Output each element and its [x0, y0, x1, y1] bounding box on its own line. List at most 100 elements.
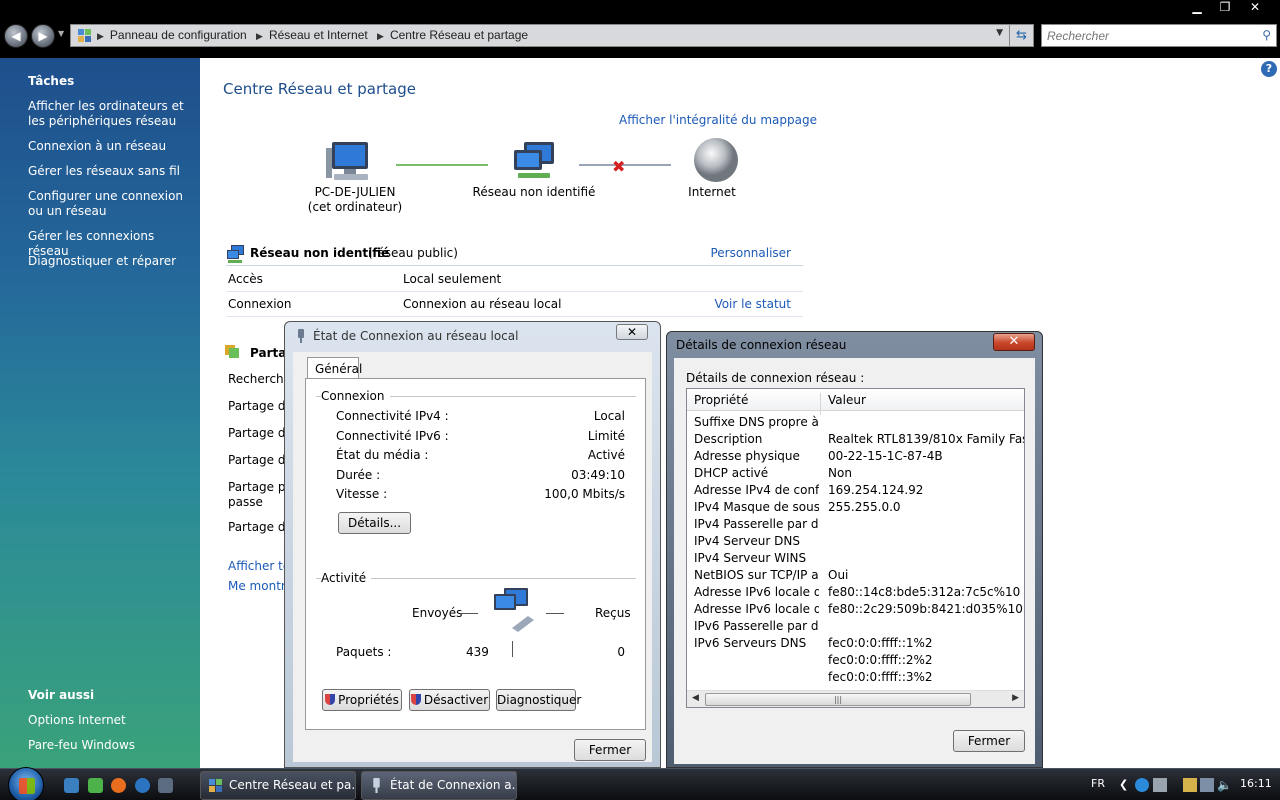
view-full-map-link[interactable]: Afficher l'intégralité du mappage [619, 113, 817, 127]
breadcrumb-network-center[interactable]: Centre Réseau et partage [390, 28, 528, 42]
address-dropdown-icon[interactable]: ▼ [996, 28, 1003, 38]
column-value[interactable]: Valeur [828, 393, 866, 407]
media-player-icon[interactable] [135, 778, 150, 793]
table-row[interactable]: IPv4 Serveur WINS [687, 551, 1024, 568]
search-box[interactable]: ⚲ [1041, 24, 1277, 47]
maximize-button[interactable]: ❐ [1211, 0, 1239, 16]
start-button[interactable] [8, 767, 44, 800]
tray-expand-icon[interactable]: ❮ [1119, 778, 1133, 792]
diagnose-button[interactable]: Diagnostiquer [496, 689, 581, 711]
tray-device-icon[interactable] [1153, 778, 1167, 792]
network-tray-icon[interactable] [1200, 778, 1214, 792]
history-dropdown-icon[interactable]: ▼ [58, 29, 64, 38]
show-all-shared-link[interactable]: Afficher to [228, 559, 290, 573]
link-windows-firewall[interactable]: Pare-feu Windows [28, 738, 193, 753]
column-separator[interactable] [820, 393, 821, 415]
volume-icon[interactable]: 🔈 [1217, 778, 1232, 792]
address-bar-area: ▁ ❐ ✕ ◀ ▶ ▼ ▶ Panneau de configuration ▶ R… [0, 0, 1280, 58]
tab-general[interactable]: Général [307, 357, 362, 379]
clock[interactable]: 16:11 [1240, 777, 1272, 790]
ipv4-label: Connectivité IPv4 : [336, 409, 449, 423]
task-connect-network[interactable]: Connexion à un réseau [28, 139, 193, 154]
activity-computers-icon [494, 588, 534, 632]
internet-globe-icon[interactable] [693, 137, 739, 183]
scroll-left-icon[interactable]: ◀ [692, 693, 699, 703]
packets-label: Paquets : [336, 645, 392, 659]
properties-button[interactable]: Propriétés [322, 689, 402, 711]
table-row[interactable]: IPv6 Serveurs DNS fec0:0:0:ffff::1%2 [687, 636, 1024, 653]
row-value: fe80::14c8:bde5:312a:7c5c%10 [828, 585, 1021, 599]
horizontal-scrollbar[interactable]: ◀ ||| ▶ [687, 690, 1024, 707]
scroll-thumb[interactable]: ||| [705, 693, 971, 706]
taskbar: Centre Réseau et pa... État de Connexion… [0, 767, 1280, 800]
table-row[interactable]: Adresse IPv6 locale de li... fe80::2c29:5… [687, 602, 1024, 619]
language-indicator[interactable]: FR [1091, 777, 1105, 790]
table-row[interactable]: fec0:0:0:ffff::2%2 [687, 653, 1024, 670]
received-dash [546, 613, 564, 614]
network-small-icon [227, 245, 244, 263]
sharing-row-discovery: Recherche [228, 372, 292, 386]
task-setup-connection[interactable]: Configurer une connexion ou un réseau [28, 189, 193, 219]
tray-security-icon[interactable] [1183, 778, 1197, 792]
see-also-heading: Voir aussi [28, 688, 95, 702]
back-button[interactable]: ◀ [4, 24, 28, 48]
table-row[interactable]: Description Realtek RTL8139/810x Family F… [687, 432, 1024, 449]
breadcrumb-network-internet[interactable]: Réseau et Internet [269, 28, 368, 42]
table-row[interactable]: DHCP activé Non [687, 466, 1024, 483]
task-manage-wireless[interactable]: Gérer les réseaux sans fil [28, 164, 193, 179]
breadcrumb-control-panel[interactable]: Panneau de configuration [110, 28, 247, 42]
details-close-x-button[interactable]: ✕ [993, 333, 1035, 351]
dialog-close-button[interactable]: ✕ [616, 324, 648, 340]
address-field[interactable]: ▶ Panneau de configuration ▶ Réseau et Int… [70, 24, 1034, 47]
firefox-icon[interactable] [111, 778, 126, 793]
table-row[interactable]: Adresse IPv4 de configu... 169.254.124.92 [687, 483, 1024, 500]
pc-name: PC-DE-JULIEN [314, 185, 396, 199]
refresh-icon[interactable]: ⇆ [1009, 25, 1033, 46]
table-row[interactable]: Adresse physique 00-22-15-1C-87-4B [687, 449, 1024, 466]
details-list-view[interactable]: Propriété Valeur Suffixe DNS propre à la… [686, 388, 1025, 708]
quicklaunch-app-icon[interactable] [158, 778, 173, 793]
table-row[interactable]: IPv4 Passerelle par défaut [687, 517, 1024, 534]
taskbar-network-center[interactable]: Centre Réseau et pa... [200, 771, 356, 800]
switch-windows-icon[interactable] [88, 778, 103, 793]
breadcrumb-separator-icon[interactable]: ▶ [97, 31, 104, 41]
network-icon[interactable] [510, 140, 558, 182]
search-icon[interactable]: ⚲ [1262, 28, 1271, 42]
view-status-link[interactable]: Voir le statut [714, 297, 791, 311]
taskbar-connection-status[interactable]: État de Connexion a... [361, 771, 517, 800]
table-row[interactable]: IPv4 Serveur DNS [687, 534, 1024, 551]
column-property[interactable]: Propriété [694, 393, 748, 407]
details-subtitle: Détails de connexion réseau : [686, 371, 865, 385]
row-property: Adresse IPv4 de configu... [694, 483, 819, 497]
table-row[interactable]: fec0:0:0:ffff::3%2 [687, 670, 1024, 687]
task-view-computers-devices[interactable]: Afficher les ordinateurs et les périphér… [28, 99, 193, 129]
table-row[interactable]: Adresse IPv6 locale de li... fe80::14c8:b… [687, 585, 1024, 602]
details-button[interactable]: Détails... [338, 512, 411, 534]
computer-icon[interactable] [326, 140, 374, 182]
minimize-button[interactable]: ▁ [1183, 0, 1211, 16]
details-close-button[interactable]: Fermer [953, 730, 1025, 752]
connection-details-dialog: Détails de connexion réseau ✕ Détails de… [666, 331, 1043, 768]
show-desktop-icon[interactable] [64, 778, 79, 793]
close-button[interactable]: Fermer [574, 739, 646, 761]
link-internet-options[interactable]: Options Internet [28, 713, 193, 728]
table-row[interactable]: Suffixe DNS propre à la ... [687, 415, 1024, 432]
disable-button[interactable]: Désactiver [409, 689, 490, 711]
row-value: Non [828, 466, 852, 480]
table-row[interactable]: NetBIOS sur TCP/IP act... Oui [687, 568, 1024, 585]
help-icon[interactable]: ? [1261, 61, 1277, 77]
table-row[interactable]: IPv6 Passerelle par défaut [687, 619, 1024, 636]
tray-app-icon[interactable] [1135, 778, 1149, 792]
page-title: Centre Réseau et partage [223, 80, 416, 98]
ipv6-value: Limité [587, 429, 625, 443]
close-window-button[interactable]: ✕ [1241, 0, 1269, 16]
breadcrumb-separator-icon[interactable]: ▶ [256, 31, 263, 41]
breadcrumb-separator-icon[interactable]: ▶ [377, 31, 384, 41]
customize-link[interactable]: Personnaliser [710, 246, 791, 260]
uac-shield-icon [325, 694, 336, 705]
forward-button[interactable]: ▶ [31, 24, 55, 48]
table-row[interactable]: IPv4 Masque de sous-ré... 255.255.0.0 [687, 500, 1024, 517]
search-input[interactable] [1047, 26, 1247, 46]
task-diagnose-repair[interactable]: Diagnostiquer et réparer [28, 254, 193, 269]
scroll-right-icon[interactable]: ▶ [1012, 693, 1019, 703]
